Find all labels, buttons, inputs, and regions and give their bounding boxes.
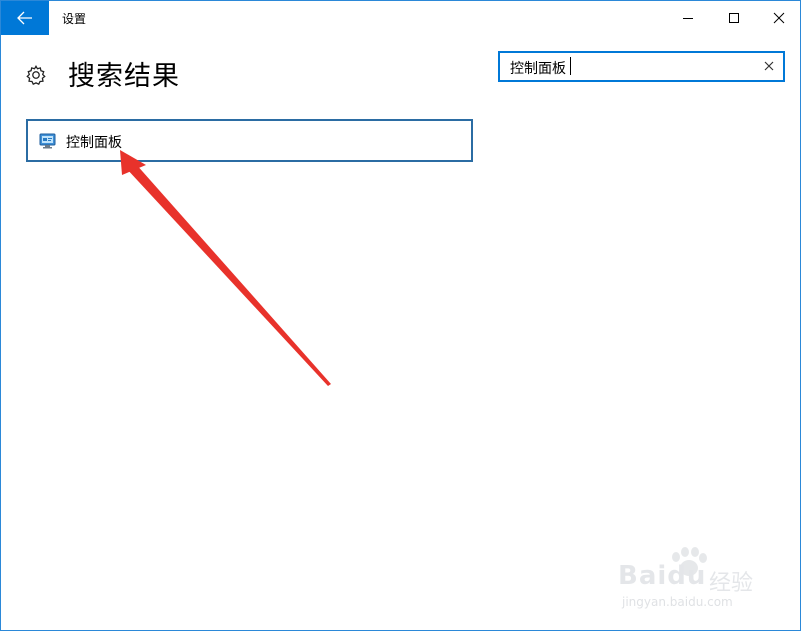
- page-title: 搜索结果: [68, 61, 180, 92]
- watermark: Baidu 经验 jingyan.baidu.com: [612, 547, 782, 617]
- text-caret: [570, 57, 571, 75]
- maximize-icon: [729, 13, 739, 23]
- close-icon: [764, 61, 774, 71]
- minimize-icon: [683, 18, 693, 19]
- close-button[interactable]: [756, 1, 802, 35]
- watermark-brand: Baidu: [618, 561, 707, 591]
- watermark-sub: 经验: [709, 571, 754, 596]
- window-title: 设置: [62, 12, 87, 26]
- maximize-button[interactable]: [711, 1, 757, 35]
- search-input-value: 控制面板: [510, 61, 566, 77]
- arrow-left-icon: [17, 11, 32, 25]
- watermark-url: jingyan.baidu.com: [622, 595, 733, 609]
- search-result-control-panel[interactable]: 控制面板: [26, 119, 473, 162]
- back-button[interactable]: [1, 1, 49, 35]
- search-input[interactable]: 控制面板: [498, 51, 785, 82]
- control-panel-icon: [39, 133, 56, 149]
- settings-window: 设置 搜索结果 控制面板 控制面板: [0, 0, 801, 631]
- close-icon: [773, 12, 785, 24]
- title-bar: 设置: [1, 1, 800, 35]
- minimize-button[interactable]: [665, 1, 711, 35]
- result-label: 控制面板: [66, 135, 122, 151]
- clear-search-button[interactable]: [761, 57, 777, 75]
- gear-icon: [26, 65, 46, 86]
